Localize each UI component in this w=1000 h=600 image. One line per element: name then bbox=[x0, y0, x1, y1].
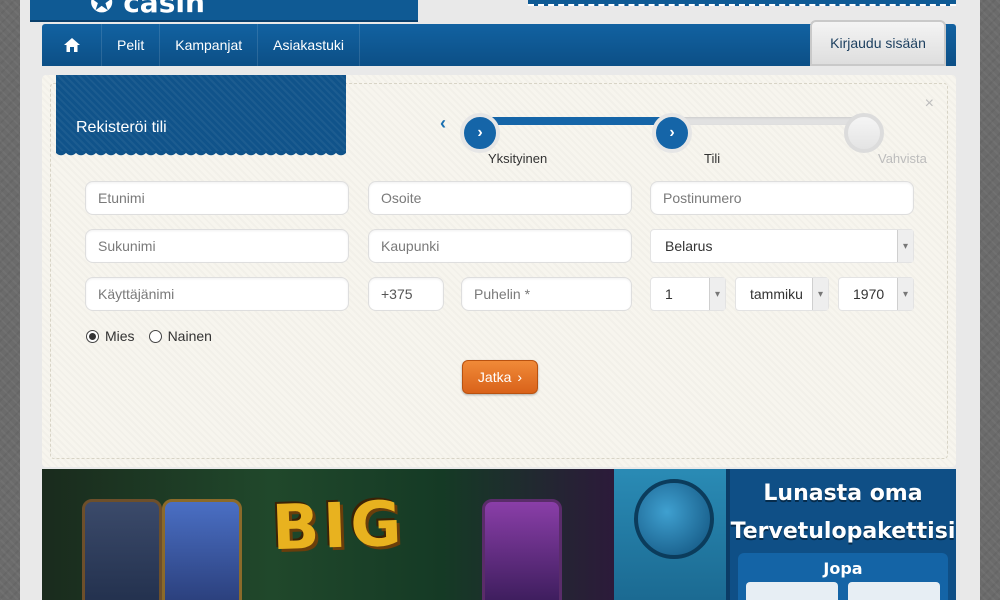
home-button[interactable] bbox=[42, 24, 102, 66]
gender-male-radio[interactable]: Mies bbox=[86, 328, 135, 344]
country-value: Belarus bbox=[665, 238, 713, 254]
totem-figure bbox=[82, 499, 162, 600]
continue-button[interactable]: Jatka › bbox=[462, 360, 538, 394]
chevron-right-icon: › bbox=[669, 124, 675, 141]
progress-stepper: ‹ › › Yksityinen Tili Vahvista bbox=[440, 103, 927, 173]
fish-figure bbox=[634, 479, 714, 559]
game-logo-text: BIG bbox=[270, 486, 407, 565]
step-label-confirm: Vahvista bbox=[878, 151, 927, 166]
promo-subtitle: Jopa bbox=[823, 559, 863, 578]
nav-item-promotions[interactable]: Kampanjat bbox=[160, 24, 259, 66]
chevron-left-icon[interactable]: ‹ bbox=[440, 113, 446, 134]
dropdown-arrow-icon: ▾ bbox=[709, 278, 725, 310]
promo-amount-panel: Jopa bbox=[738, 553, 948, 600]
registration-modal: Rekisteröi tili × ‹ › › Yksityinen Tili … bbox=[42, 75, 956, 467]
chevron-right-icon: › bbox=[477, 124, 483, 141]
step-progress-fill bbox=[476, 117, 668, 125]
dropdown-arrow-icon: ▾ bbox=[897, 278, 913, 310]
postcode-input[interactable] bbox=[650, 181, 914, 215]
step-1-dot[interactable]: › bbox=[460, 113, 500, 153]
step-label-private: Yksityinen bbox=[488, 151, 548, 166]
city-input[interactable] bbox=[368, 229, 632, 263]
sea-artwork bbox=[614, 469, 726, 600]
gender-radio-group: Mies Nainen bbox=[86, 328, 212, 344]
gender-female-radio[interactable]: Nainen bbox=[148, 328, 212, 344]
promo-title-line-1: Lunasta oma bbox=[763, 481, 923, 506]
totem-figure bbox=[162, 499, 242, 600]
promo-amount-box bbox=[745, 582, 838, 600]
game-artwork: BIG bbox=[42, 469, 614, 600]
nav-item-games[interactable]: Pelit bbox=[102, 24, 161, 66]
gender-male-label: Mies bbox=[105, 328, 135, 344]
radio-indicator bbox=[86, 329, 99, 343]
promo-title-line-2: Tervetulopakettisi bbox=[730, 519, 956, 544]
birth-day-select[interactable]: 1 ▾ bbox=[650, 277, 726, 311]
home-icon bbox=[63, 38, 80, 52]
header-decoration bbox=[528, 0, 956, 6]
birth-year-value: 1970 bbox=[853, 286, 885, 302]
radio-indicator bbox=[148, 329, 162, 343]
close-icon[interactable]: × bbox=[925, 95, 934, 113]
step-2-dot[interactable]: › bbox=[652, 113, 692, 153]
dropdown-arrow-icon: ▾ bbox=[812, 278, 828, 310]
phone-input[interactable] bbox=[461, 277, 632, 311]
birth-day-value: 1 bbox=[665, 286, 673, 302]
promo-banner[interactable]: BIG Lunasta oma Tervetulopakettisi Jopa bbox=[42, 469, 956, 600]
logo[interactable]: ✪ casin bbox=[90, 0, 205, 19]
phone-code-input[interactable] bbox=[368, 277, 444, 311]
nav-item-support[interactable]: Asiakastuki bbox=[258, 24, 360, 66]
birth-month-value: tammiku bbox=[750, 286, 803, 302]
birth-year-select[interactable]: 1970 ▾ bbox=[838, 277, 914, 311]
dropdown-arrow-icon: ▾ bbox=[897, 230, 913, 262]
step-track: › › bbox=[460, 113, 884, 153]
gender-female-label: Nainen bbox=[167, 328, 212, 344]
continue-label: Jatka bbox=[477, 369, 512, 385]
birth-month-select[interactable]: tammiku ▾ bbox=[735, 277, 829, 311]
promo-spins-box bbox=[848, 582, 941, 600]
address-input[interactable] bbox=[368, 181, 632, 215]
step-3-dot bbox=[844, 113, 884, 153]
step-label-account: Tili bbox=[704, 151, 721, 166]
username-input[interactable] bbox=[85, 277, 349, 311]
chevron-right-icon: › bbox=[517, 369, 523, 385]
lastname-input[interactable] bbox=[85, 229, 349, 263]
totem-figure bbox=[482, 499, 562, 600]
logo-header: ✪ casin bbox=[30, 0, 418, 22]
login-button[interactable]: Kirjaudu sisään bbox=[810, 20, 946, 66]
firstname-input[interactable] bbox=[85, 181, 349, 215]
modal-title: Rekisteröi tili bbox=[56, 75, 346, 159]
country-select[interactable]: Belarus ▾ bbox=[650, 229, 914, 263]
welcome-offer-panel: Lunasta oma Tervetulopakettisi Jopa bbox=[726, 469, 956, 600]
